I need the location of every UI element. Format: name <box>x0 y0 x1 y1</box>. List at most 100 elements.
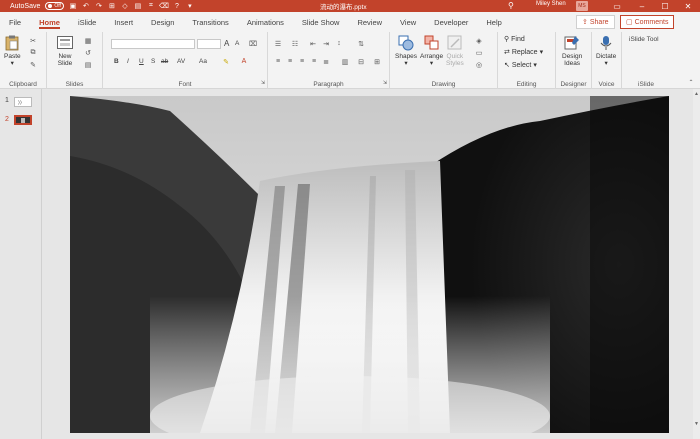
clear-formatting-icon[interactable]: ⌧ <box>248 39 258 48</box>
find-icon: ⚲ <box>504 36 510 43</box>
dictate-button[interactable]: Dictate ▾ <box>596 35 616 67</box>
clipboard-group-label: Clipboard <box>9 81 37 88</box>
italic-button[interactable]: I <box>127 58 129 65</box>
grow-font-button[interactable]: A <box>224 39 229 48</box>
present-icon[interactable]: ⊞ <box>108 2 116 10</box>
close-icon[interactable]: ✕ <box>678 0 698 12</box>
customize-qa-icon[interactable]: ▾ <box>186 2 194 10</box>
strikethrough-button[interactable]: ab <box>161 58 168 65</box>
text-direction-icon[interactable]: ⇅ <box>356 39 366 48</box>
replace-icon: ⇄ <box>504 49 510 56</box>
shapes-button[interactable]: Shapes ▾ <box>395 35 417 67</box>
smartart-icon[interactable]: ⊞ <box>372 57 382 66</box>
align-right-icon[interactable]: ≡ <box>297 57 307 66</box>
chevron-down-icon: ▾ <box>429 60 434 67</box>
collapse-ribbon-icon[interactable]: ⌃ <box>686 78 696 87</box>
font-size-input[interactable] <box>197 39 221 49</box>
avatar[interactable]: MS <box>576 1 588 11</box>
search-icon[interactable]: ⚲ <box>508 1 514 10</box>
crop-qa-icon[interactable]: ⌗ <box>147 2 155 10</box>
eraser-qa-icon[interactable]: ⌫ <box>159 2 169 10</box>
distributed-icon[interactable]: ≣ <box>321 57 331 66</box>
columns-icon[interactable]: ▥ <box>340 57 350 66</box>
reset-icon[interactable]: ↺ <box>83 48 93 57</box>
align-text-icon[interactable]: ⊟ <box>356 57 366 66</box>
share-icon: ⇪ <box>582 19 588 26</box>
paragraph-dialog-launcher-icon[interactable]: ⇲ <box>380 78 390 87</box>
shape-effects-icon[interactable]: ◎ <box>474 60 484 69</box>
shape-outline-icon[interactable]: ▭ <box>474 48 484 57</box>
tab-help[interactable]: Help <box>477 12 510 32</box>
arrange-button[interactable]: Arrange ▾ <box>420 35 443 67</box>
tab-slide-show[interactable]: Slide Show <box>293 12 349 32</box>
find-button[interactable]: ⚲ Find <box>504 35 525 44</box>
new-slide-icon <box>57 35 73 51</box>
undo-icon[interactable]: ↶ <box>82 2 90 10</box>
tab-islide[interactable]: iSlide <box>69 12 105 32</box>
numbering-icon[interactable]: ☷ <box>290 39 300 48</box>
tab-home[interactable]: Home <box>30 12 69 32</box>
save-icon[interactable]: ▣ <box>69 2 77 10</box>
copy-icon[interactable]: ⧉ <box>28 48 38 57</box>
select-label: Select <box>511 61 532 69</box>
highlight-icon[interactable]: ✎ <box>221 57 231 66</box>
replace-label: Replace <box>511 48 538 56</box>
slide-thumbnail-2[interactable] <box>14 115 32 125</box>
tab-review[interactable]: Review <box>348 12 391 32</box>
layout-icon[interactable]: ▦ <box>83 36 93 45</box>
select-button[interactable]: ↖ Select ▾ <box>504 61 537 70</box>
scroll-up-icon[interactable]: ▲ <box>694 91 699 97</box>
decrease-indent-icon[interactable]: ⇤ <box>308 39 318 48</box>
tab-view[interactable]: View <box>391 12 425 32</box>
design-ideas-button[interactable]: Design Ideas <box>562 35 582 67</box>
new-slide-button[interactable]: New Slide <box>57 35 73 67</box>
minimize-icon[interactable]: – <box>632 0 652 12</box>
underline-button[interactable]: U <box>139 58 144 65</box>
share-button[interactable]: ⇪ Share <box>576 15 615 29</box>
font-dialog-launcher-icon[interactable]: ⇲ <box>258 78 268 87</box>
change-case-button[interactable]: Aa <box>199 58 207 65</box>
shadow-text-button[interactable]: S <box>151 58 155 65</box>
user-name[interactable]: Miley Shen <box>536 1 566 7</box>
line-spacing-icon[interactable]: ↕ <box>334 39 344 48</box>
vertical-scrollbar[interactable]: ▲ ▼ <box>693 89 700 439</box>
align-center-icon[interactable]: ≡ <box>285 57 295 66</box>
picture-qa-icon[interactable]: ▤ <box>134 2 142 10</box>
comments-button[interactable]: ▢ Comments <box>620 15 675 29</box>
shape-fill-icon[interactable]: ◈ <box>474 36 484 45</box>
justify-icon[interactable]: ≡ <box>309 57 319 66</box>
title-bar: AutoSave Off ▣ ↶ ↷ ⊞ ◇ ▤ ⌗ ⌫ ? ▾ 流动的瀑布.p… <box>0 0 700 12</box>
slide-thumbnail-1[interactable]: ⟩⟩ <box>14 97 32 107</box>
tab-insert[interactable]: Insert <box>105 12 142 32</box>
ribbon-display-icon[interactable]: ▭ <box>607 0 627 12</box>
font-color-icon[interactable]: A <box>239 57 249 66</box>
slide-canvas[interactable] <box>70 96 669 433</box>
redo-icon[interactable]: ↷ <box>95 2 103 10</box>
tab-animations[interactable]: Animations <box>238 12 293 32</box>
tab-design[interactable]: Design <box>142 12 183 32</box>
bold-button[interactable]: B <box>114 58 119 65</box>
shrink-font-button[interactable]: A <box>235 40 239 47</box>
replace-button[interactable]: ⇄ Replace ▾ <box>504 48 543 57</box>
increase-indent-icon[interactable]: ⇥ <box>321 39 331 48</box>
drawing-group-label: Drawing <box>431 81 456 88</box>
section-icon[interactable]: ▤ <box>83 60 93 69</box>
paste-button[interactable]: Paste ▾ <box>4 35 21 67</box>
maximize-icon[interactable]: ☐ <box>655 0 675 12</box>
autosave-toggle[interactable]: Off <box>45 2 64 10</box>
help-qa-icon[interactable]: ? <box>173 2 181 10</box>
tab-developer[interactable]: Developer <box>425 12 477 32</box>
align-left-icon[interactable]: ≡ <box>273 57 283 66</box>
quick-styles-button[interactable]: Quick Styles <box>446 35 464 67</box>
scroll-down-icon[interactable]: ▼ <box>694 421 699 427</box>
cut-icon[interactable]: ✂ <box>28 36 38 45</box>
toggle-knob <box>48 4 53 8</box>
format-painter-icon[interactable]: ✎ <box>28 60 38 69</box>
bullets-icon[interactable]: ☰ <box>273 39 283 48</box>
shapes-qa-icon[interactable]: ◇ <box>121 2 129 10</box>
islide-tool-button[interactable]: iSlide Tool <box>629 36 659 43</box>
char-spacing-button[interactable]: AV <box>177 58 185 65</box>
tab-transitions[interactable]: Transitions <box>183 12 237 32</box>
tab-file[interactable]: File <box>0 12 30 32</box>
font-name-input[interactable] <box>111 39 195 49</box>
